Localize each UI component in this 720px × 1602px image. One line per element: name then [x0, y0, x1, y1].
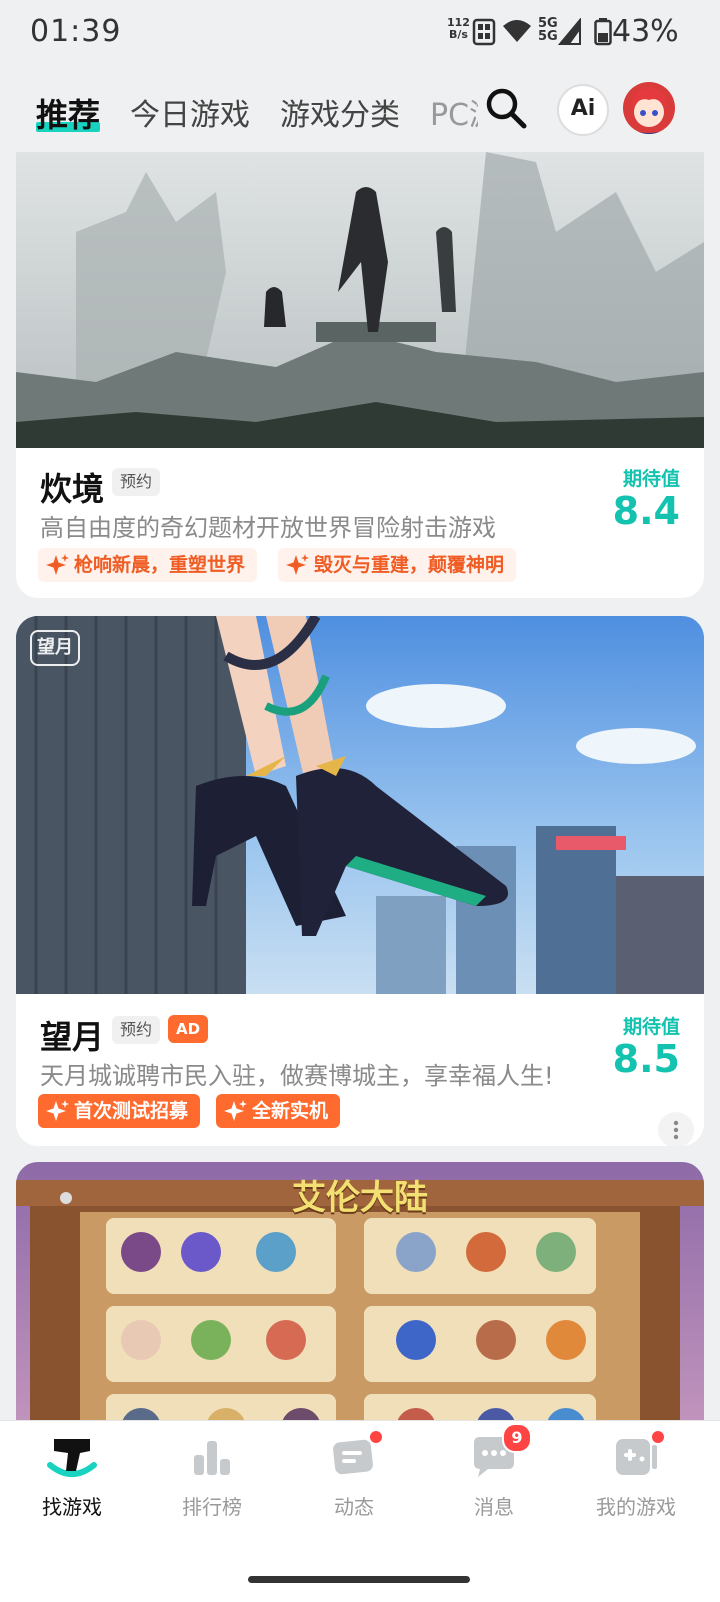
feature-tag: 首次测试招募	[38, 1094, 201, 1128]
expect-value: 8.5	[612, 1037, 680, 1081]
rankings-icon	[186, 1431, 238, 1483]
game-card[interactable]: 望月 望月 预约 AD 期待值 8.5 天月城诚聘市民入驻，做赛博城主，享幸福人…	[16, 616, 704, 1146]
messages-icon: 9	[468, 1423, 532, 1483]
battery-icon	[594, 18, 612, 46]
clock: 01:39	[30, 14, 122, 49]
game-banner-image	[16, 616, 704, 994]
expect-score: 期待值 8.4	[613, 464, 680, 531]
tab-label: 今日游戏	[130, 98, 250, 133]
game-card[interactable]: 炊境 预约 期待值 8.4 高自由度的奇幻题材开放世界冒险射击游戏 枪响新晨，重…	[16, 152, 704, 598]
ad-badge: AD	[168, 1015, 209, 1043]
notification-dot	[650, 1429, 666, 1445]
game-card[interactable]: 艾伦大陆	[16, 1162, 704, 1462]
game-description: 高自由度的奇幻题材开放世界冒险射击游戏	[40, 514, 496, 542]
avatar-image	[623, 82, 675, 134]
search-icon[interactable]	[484, 86, 528, 130]
nav-feed[interactable]: 动态	[282, 1429, 426, 1520]
tag-label: 毁灭与重建，颠覆神明	[314, 554, 505, 576]
game-title: 炊境	[40, 470, 105, 508]
user-avatar[interactable]	[623, 82, 675, 134]
brand-logo: 望月	[30, 630, 80, 666]
unread-badge: 9	[502, 1423, 532, 1453]
battery-percent: 43%	[612, 14, 679, 49]
tag-label: 首次测试招募	[74, 1100, 189, 1122]
banner-title: 艾伦大陆	[292, 1178, 428, 1218]
tab-label: PC游	[430, 98, 478, 133]
signal-label: 5G 5G	[538, 17, 558, 43]
nav-label: 消息	[474, 1495, 514, 1519]
feature-tag: 全新实机	[216, 1094, 341, 1128]
tab-pc-games[interactable]: PC游	[430, 90, 478, 134]
tab-label: 游戏分类	[280, 98, 400, 133]
find-games-icon	[46, 1431, 98, 1483]
reserve-chip: 预约	[112, 1016, 161, 1044]
bottom-nav: 找游戏 排行榜 动态 9 消息 我的游戏	[0, 1420, 720, 1602]
sparkle-icon	[224, 1100, 247, 1121]
feed-icon	[328, 1429, 384, 1483]
tab-recommend[interactable]: 推荐	[36, 90, 101, 136]
top-nav: 推荐 今日游戏 游戏分类 PC游 Ai	[0, 80, 720, 150]
feature-tag: 毁灭与重建，颠覆神明	[278, 548, 517, 582]
nav-messages[interactable]: 9 消息	[422, 1423, 566, 1520]
sparkle-icon	[46, 1100, 69, 1121]
signal-icon	[558, 18, 581, 45]
status-bar: 01:39 112 B/s 5G 5G 43%	[0, 0, 720, 70]
nav-find-games[interactable]: 找游戏	[0, 1431, 144, 1520]
reserve-chip: 预约	[112, 468, 161, 496]
ai-button[interactable]: Ai	[557, 84, 609, 136]
more-options-button[interactable]	[658, 1112, 694, 1146]
tab-game-categories[interactable]: 游戏分类	[280, 90, 400, 134]
nav-rankings[interactable]: 排行榜	[140, 1431, 284, 1520]
nav-my-games[interactable]: 我的游戏	[564, 1429, 708, 1520]
game-description: 天月城诚聘市民入驻，做赛博城主，享幸福人生!	[40, 1062, 554, 1090]
nav-label: 我的游戏	[596, 1495, 676, 1519]
sparkle-icon	[286, 554, 309, 575]
wifi-icon	[503, 20, 531, 42]
home-indicator[interactable]	[248, 1576, 470, 1583]
game-banner-image	[16, 152, 704, 448]
tag-label: 全新实机	[252, 1100, 329, 1122]
game-title: 望月	[40, 1018, 105, 1056]
more-vertical-icon	[673, 1120, 679, 1140]
net-speed: 112 B/s	[447, 17, 470, 41]
expect-score: 期待值 8.5	[613, 1012, 680, 1079]
nav-label: 找游戏	[42, 1495, 102, 1519]
expect-value: 8.4	[612, 489, 680, 533]
expect-label: 期待值	[622, 468, 680, 490]
tag-label: 枪响新晨，重塑世界	[74, 554, 246, 576]
expect-label: 期待值	[622, 1016, 680, 1038]
net-speed-unit: B/s	[449, 28, 468, 41]
feature-tag: 枪响新晨，重塑世界	[38, 548, 258, 582]
nav-label: 排行榜	[182, 1495, 242, 1519]
tab-label: 推荐	[36, 96, 101, 134]
sparkle-icon	[46, 554, 69, 575]
nav-label: 动态	[334, 1495, 374, 1519]
tab-today-games[interactable]: 今日游戏	[130, 90, 250, 134]
my-games-icon	[610, 1429, 666, 1483]
notification-dot	[368, 1429, 384, 1445]
signal-label-2: 5G	[538, 29, 558, 44]
sim-icon	[472, 18, 496, 46]
